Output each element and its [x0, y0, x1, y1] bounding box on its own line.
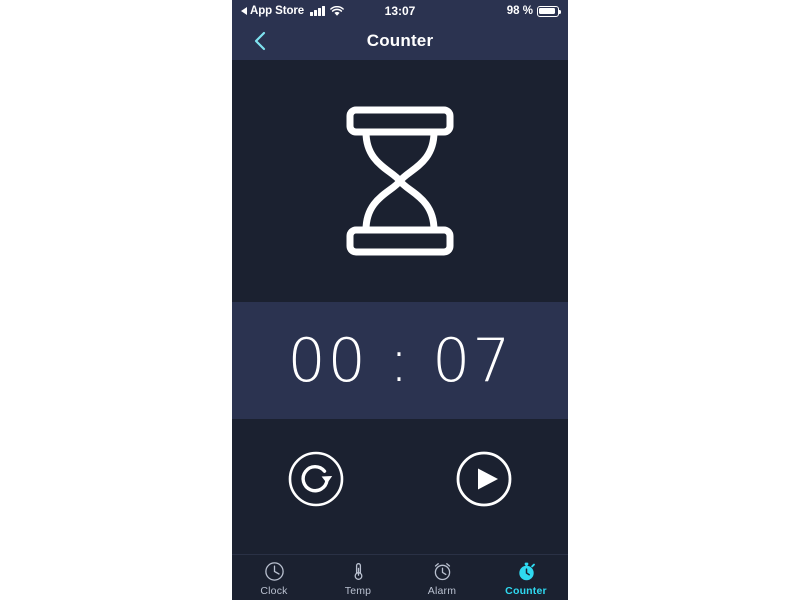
status-bar-left[interactable]: App Store: [241, 5, 344, 17]
battery-percent-label: 98 %: [506, 5, 533, 17]
tab-label: Alarm: [427, 584, 457, 597]
tab-label: Clock: [260, 584, 288, 597]
page-title: Counter: [366, 31, 434, 50]
clock-icon: [264, 561, 285, 583]
tab-label: Temp: [344, 584, 372, 597]
status-bar: App Store 13:07 98 %: [232, 0, 568, 22]
status-back-app-label: App Store: [250, 5, 305, 17]
timer-panel: 00 : 07: [232, 302, 568, 419]
play-circle-icon: [456, 451, 512, 507]
controls-area: [232, 419, 568, 554]
tab-temp[interactable]: Temp: [316, 555, 400, 600]
alarm-clock-icon: [432, 561, 453, 583]
back-triangle-icon: [241, 7, 247, 15]
battery-icon: [537, 5, 562, 17]
reset-circular-arrow-icon: [288, 451, 344, 507]
hourglass-icon: [346, 106, 454, 256]
stopwatch-icon: [516, 561, 537, 583]
cellular-signal-icon: [310, 6, 325, 16]
timer-display: 00 : 07: [287, 325, 513, 396]
tab-clock[interactable]: Clock: [232, 555, 316, 600]
phone-screen: App Store 13:07 98 % Counter 00: 07 Clo…: [232, 0, 568, 600]
reset-button[interactable]: [285, 448, 347, 510]
thermometer-icon: [348, 561, 369, 583]
tab-counter[interactable]: Counter: [484, 555, 568, 600]
tab-label: Counter: [505, 584, 547, 597]
navigation-bar: Counter: [232, 22, 568, 60]
tab-bar: Clock Temp Alarm Counter: [232, 554, 568, 600]
play-button[interactable]: [453, 448, 515, 510]
chevron-left-icon: [254, 31, 266, 51]
tab-alarm[interactable]: Alarm: [400, 555, 484, 600]
hero-area: [232, 60, 568, 302]
back-button[interactable]: [249, 30, 271, 52]
status-bar-right: 98 %: [506, 5, 562, 17]
wifi-icon: [329, 5, 344, 17]
page-root: App Store 13:07 98 % Counter 00: 07 Clo…: [0, 0, 800, 600]
